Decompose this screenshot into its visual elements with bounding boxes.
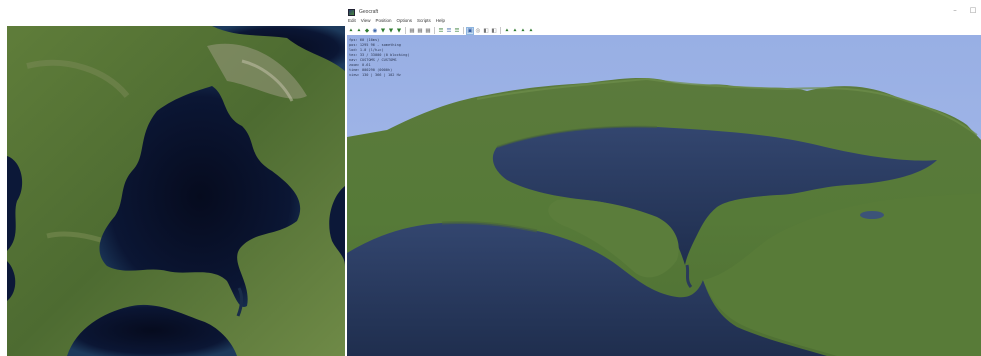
grid-icon[interactable]: ▦ (425, 28, 431, 34)
tree-icon[interactable]: ⯅ (504, 28, 510, 34)
menu-scripts[interactable]: Scripts (417, 18, 431, 25)
minimize-button[interactable]: – (951, 6, 959, 14)
app-logo-icon (348, 8, 355, 16)
layer-icon[interactable]: ☰ (438, 28, 444, 34)
tree-icon[interactable]: ⯅ (528, 28, 534, 34)
menu-position[interactable]: Position (375, 18, 391, 25)
toolbar-separator (500, 27, 501, 34)
layer-icon[interactable]: ☰ (454, 28, 460, 34)
menu-help[interactable]: Help (436, 18, 445, 25)
menu-view[interactable]: View (361, 18, 371, 25)
tree-icon[interactable]: ⯅ (512, 28, 518, 34)
maximize-button[interactable]: □ (969, 6, 977, 14)
toolbar: ⯅ ⯅ ◆ ◉ ▼ ▼ ▼ ▦ ▦ ▦ ☰ ☰ ☰ ▣ ◎ ◧ ◧ ⯅ ⯅ ⯅ … (347, 26, 981, 35)
layer-icon[interactable]: ☰ (446, 28, 452, 34)
3d-viewport[interactable]: fps: 60 (16ms) pos: 1295 96 - something lo… (347, 35, 981, 356)
toolbar-separator (463, 27, 464, 34)
menu-options[interactable]: Options (396, 18, 412, 25)
menu-bar: Edit View Position Options Scripts Help (347, 18, 445, 25)
title-bar: Geocraft – □ (347, 6, 981, 18)
hud-line: view: 130 | 366 | 102 Hz (349, 73, 401, 77)
brush-icon[interactable]: ▼ (396, 28, 402, 34)
top-down-terrain-map (7, 26, 345, 356)
menu-edit[interactable]: Edit (348, 18, 356, 25)
toolbar-separator (434, 27, 435, 34)
debug-hud: fps: 60 (16ms) pos: 1295 96 - something lo… (349, 38, 410, 78)
tree-icon[interactable]: ⯅ (356, 28, 362, 34)
view-3d-icon[interactable]: ▣ (466, 26, 474, 35)
window-controls: – □ (951, 6, 977, 14)
window-title: Geocraft (359, 9, 379, 15)
camera-icon[interactable]: ◧ (483, 28, 489, 34)
tree-icon[interactable]: ⯅ (348, 28, 354, 34)
terrain-map-image (7, 26, 345, 356)
water-icon[interactable]: ◉ (372, 28, 378, 34)
eye-icon[interactable]: ◎ (475, 28, 481, 34)
grid-icon[interactable]: ▦ (417, 28, 423, 34)
terrain-3d-render (347, 35, 981, 356)
brush-icon[interactable]: ▼ (388, 28, 394, 34)
tree-icon[interactable]: ⯅ (520, 28, 526, 34)
brush-icon[interactable]: ▼ (380, 28, 386, 34)
terrain-icon[interactable]: ◆ (364, 28, 370, 34)
camera-icon[interactable]: ◧ (491, 28, 497, 34)
grid-icon[interactable]: ▦ (409, 28, 415, 34)
terrain-editor-window: Geocraft – □ Edit View Position Options … (347, 0, 981, 356)
toolbar-separator (405, 27, 406, 34)
